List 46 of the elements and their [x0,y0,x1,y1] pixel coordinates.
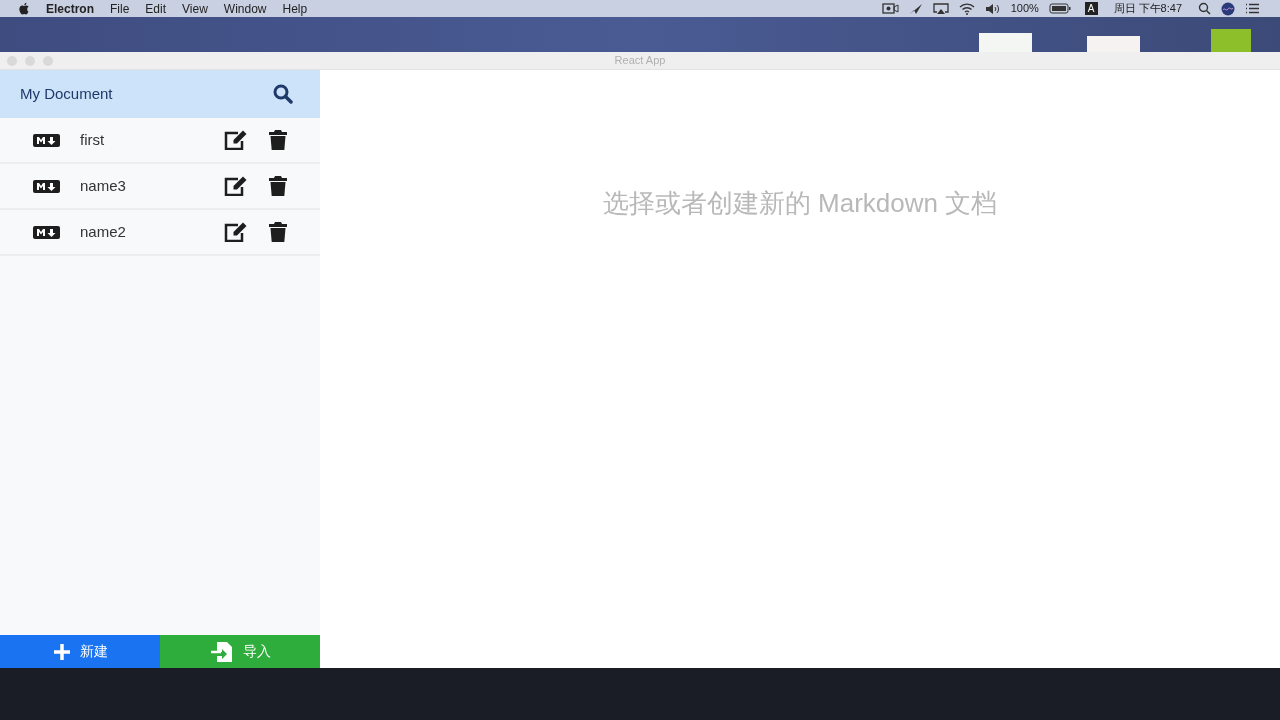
app-name[interactable]: Electron [46,0,94,18]
window-title: React App [614,53,666,69]
delete-button[interactable] [269,130,287,150]
window-thumbnail[interactable] [979,33,1032,52]
search-button[interactable] [273,84,293,104]
edit-button[interactable] [224,222,248,242]
file-name: name3 [80,175,127,196]
delete-button[interactable] [269,222,287,242]
empty-state-message: 选择或者创建新的 Markdown 文档 [602,187,998,220]
input-method-indicator[interactable]: A [1084,2,1098,15]
markdown-icon [33,133,60,147]
battery-icon[interactable] [1048,3,1071,14]
file-import-icon [209,641,234,662]
battery-percentage: 100% [1010,1,1039,17]
file-name: name2 [80,221,127,242]
edit-button[interactable] [224,176,248,196]
edit-button[interactable] [224,130,248,150]
markdown-icon [33,225,60,239]
menu-item[interactable]: View [182,0,208,18]
volume-icon[interactable] [984,2,1001,15]
trash-icon [269,176,287,196]
camera-icon[interactable] [881,3,899,14]
trash-icon [269,222,287,242]
plus-icon [52,642,71,661]
list-icon[interactable] [1245,3,1260,14]
search-icon [273,84,293,104]
delete-button[interactable] [269,176,287,196]
trash-icon [269,130,287,150]
edit-icon [224,176,248,196]
window-thumbnail[interactable] [1087,36,1140,52]
new-file-button[interactable]: 新建 [0,635,160,668]
edit-icon [224,130,248,150]
menu-item[interactable]: Edit [145,0,167,18]
clock[interactable]: 周日 下午8:47 [1113,0,1182,17]
file-name: first [80,129,106,150]
menu-item[interactable]: Help [282,0,308,18]
search-icon[interactable] [1198,2,1211,15]
wifi-icon[interactable] [958,2,975,15]
apple-logo-icon[interactable] [18,2,30,15]
edit-icon [224,222,248,242]
sidebar-title: My Document [20,83,113,104]
menu-item[interactable]: Window [223,0,267,18]
markdown-icon [33,179,60,193]
document-thumbnail[interactable] [1211,29,1251,52]
airplay-icon[interactable] [932,2,949,15]
menu-item[interactable]: File [110,0,130,18]
